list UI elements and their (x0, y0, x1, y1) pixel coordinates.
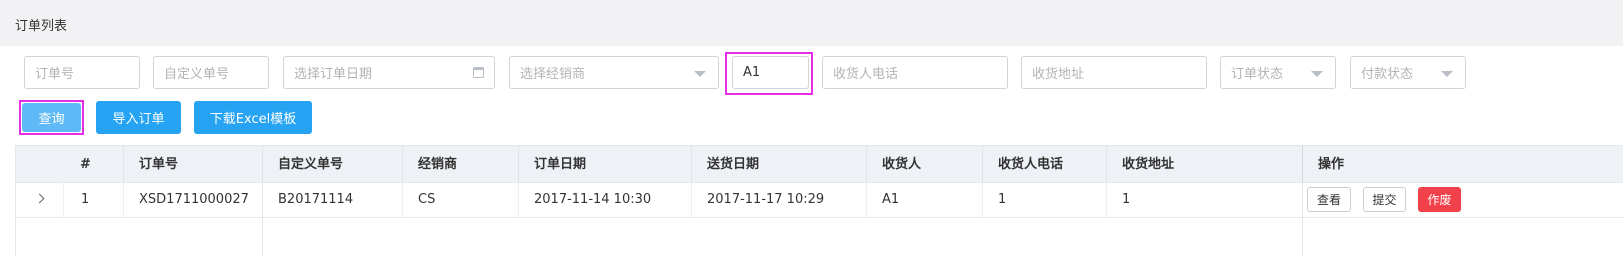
col-order-date: 订单日期 (518, 146, 691, 183)
col-receiver-address: 收货地址 (1106, 146, 1302, 183)
chevron-right-icon (34, 193, 45, 204)
row-custom-no: B20171114 (262, 183, 402, 217)
chevron-down-icon (1311, 71, 1323, 77)
divider (262, 183, 263, 256)
chevron-down-icon (1441, 71, 1453, 77)
row-receiver: A1 (866, 183, 982, 217)
receiver-input[interactable]: A1 (732, 56, 809, 89)
col-dealer: 经销商 (402, 146, 518, 183)
payment-status-select[interactable]: 付款状态 (1350, 56, 1466, 89)
dealer-placeholder: 选择经销商 (520, 67, 586, 82)
order-no-input[interactable]: 订单号 (24, 56, 140, 89)
divider (1302, 183, 1303, 256)
col-index: # (80, 157, 91, 172)
receiver-address-placeholder: 收货地址 (1032, 67, 1085, 82)
row-dealer: CS (402, 183, 518, 217)
col-delivery-date: 送货日期 (691, 146, 866, 183)
receiver-phone-input[interactable]: 收货人电话 (822, 56, 1008, 89)
page-title: 订单列表 (15, 19, 68, 34)
row-order-no: XSD1711000027 (123, 183, 262, 217)
import-orders-button[interactable]: 导入订单 (96, 101, 181, 134)
receiver-address-input[interactable]: 收货地址 (1021, 56, 1207, 89)
order-no-placeholder: 订单号 (35, 67, 75, 82)
chevron-down-icon (694, 71, 706, 77)
receiver-value: A1 (743, 65, 761, 80)
order-status-select[interactable]: 订单状态 (1220, 56, 1336, 89)
col-custom-no: 自定义单号 (262, 146, 402, 183)
row-receiver-address: 1 (1106, 183, 1302, 217)
col-receiver-phone: 收货人电话 (982, 146, 1106, 183)
void-button[interactable]: 作废 (1418, 187, 1461, 212)
calendar-icon (473, 67, 484, 78)
col-operations: 操作 (1302, 146, 1623, 183)
download-template-button[interactable]: 下载Excel模板 (194, 101, 312, 134)
row-receiver-phone: 1 (982, 183, 1106, 217)
receiver-phone-placeholder: 收货人电话 (833, 67, 899, 82)
expand-toggle[interactable] (16, 183, 63, 217)
submit-button[interactable]: 提交 (1363, 187, 1406, 212)
view-button[interactable]: 查看 (1307, 187, 1351, 212)
col-order-no: 订单号 (123, 146, 262, 183)
table-header: # 订单号 自定义单号 经销商 订单日期 送货日期 收货人 收货人电话 收货地址… (16, 145, 1623, 183)
order-date-picker[interactable]: 选择订单日期 (283, 56, 495, 89)
title-bar: 订单列表 (0, 0, 1623, 46)
col-receiver: 收货人 (866, 146, 982, 183)
custom-no-placeholder: 自定义单号 (164, 67, 230, 82)
dealer-select[interactable]: 选择经销商 (509, 56, 719, 89)
row-order-date: 2017-11-14 10:30 (518, 183, 691, 217)
custom-no-input[interactable]: 自定义单号 (153, 56, 269, 89)
order-date-placeholder: 选择订单日期 (294, 67, 373, 82)
order-status-placeholder: 订单状态 (1231, 67, 1284, 82)
orders-table: # 订单号 自定义单号 经销商 订单日期 送货日期 收货人 收货人电话 收货地址… (15, 145, 1623, 256)
row-delivery-date: 2017-11-17 10:29 (691, 183, 866, 217)
row-index: 1 (63, 183, 123, 217)
query-button[interactable]: 查询 (22, 103, 81, 132)
payment-status-placeholder: 付款状态 (1361, 67, 1414, 82)
